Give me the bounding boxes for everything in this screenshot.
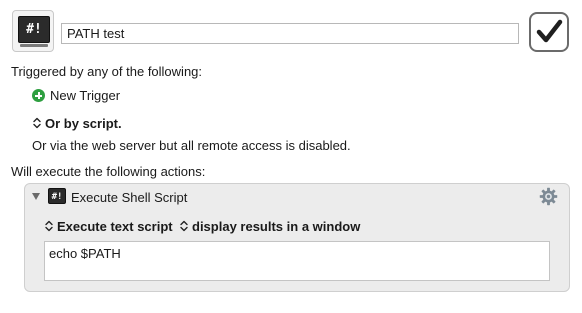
disclosure-triangle-icon[interactable] [32,193,40,200]
shell-script-icon: #! [18,16,50,43]
output-mode-popup[interactable]: display results in a window [180,219,360,234]
checkmark-icon [536,19,563,43]
actions-heading: Will execute the following actions: [11,164,206,179]
or-by-script-popup[interactable]: Or by script. [33,116,122,131]
macro-name-field[interactable] [61,23,519,44]
script-source-popup[interactable]: Execute text script [45,219,173,234]
updown-arrows-icon [180,220,188,232]
icon-stand [20,44,48,47]
add-trigger-icon[interactable] [32,89,45,102]
action-title: Execute Shell Script [71,190,188,205]
gear-icon[interactable] [539,187,558,206]
or-by-script-label: Or by script. [45,116,122,131]
web-server-note: Or via the web server but all remote acc… [32,138,351,153]
output-mode-label: display results in a window [192,219,361,234]
macro-icon[interactable]: #! [12,10,54,52]
new-trigger-button[interactable]: New Trigger [50,88,120,103]
updown-arrows-icon [45,220,53,232]
script-text-field[interactable]: echo $PATH [44,241,550,281]
script-source-label: Execute text script [57,219,173,234]
triggers-heading: Triggered by any of the following: [11,64,203,79]
macro-enable-checkbox[interactable] [529,12,569,52]
updown-arrows-icon [33,117,41,129]
shell-script-icon: #! [48,188,66,204]
